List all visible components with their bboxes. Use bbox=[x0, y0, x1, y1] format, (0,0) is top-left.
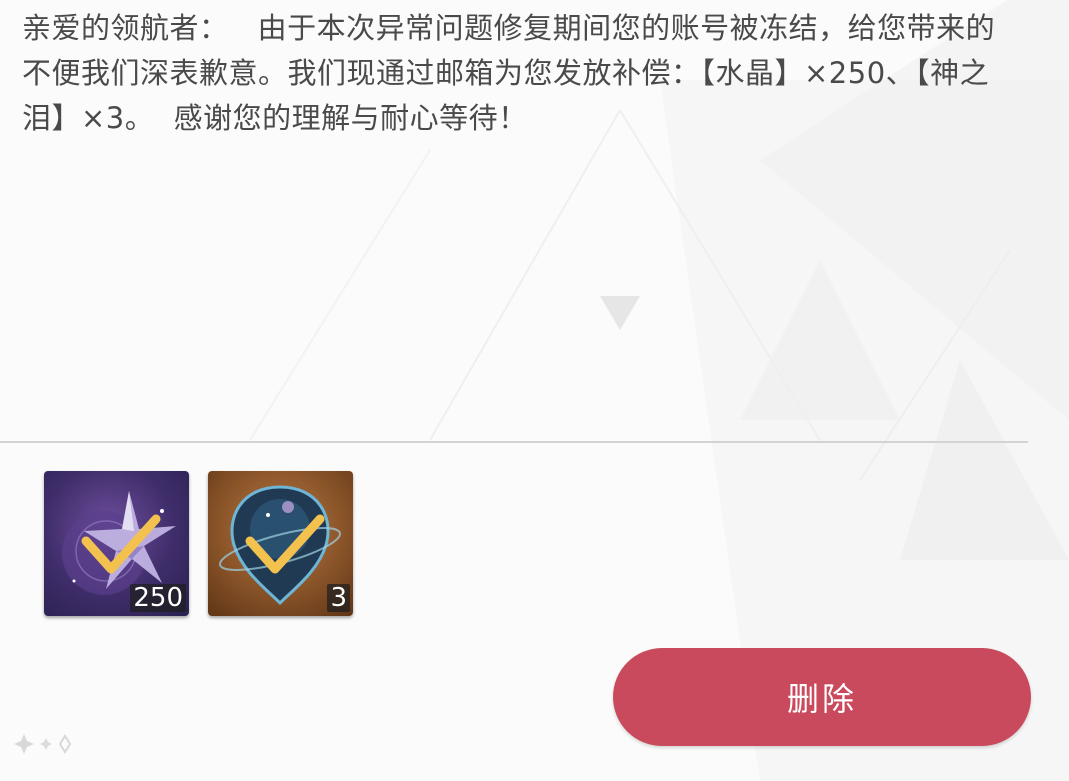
reward-item-crystal[interactable]: 250 bbox=[44, 471, 189, 616]
delete-button[interactable]: 删除 bbox=[613, 648, 1031, 746]
mail-body-text: 亲爱的领航者： 由于本次异常问题修复期间您的账号被冻结，给您带来的不便我们深表歉… bbox=[22, 11, 996, 135]
reward-quantity: 3 bbox=[327, 584, 350, 612]
reward-list: 250 3 bbox=[44, 471, 353, 616]
divider bbox=[0, 441, 1028, 443]
reward-quantity: 250 bbox=[130, 584, 186, 612]
sparkle-decoration-icon bbox=[14, 734, 72, 754]
reward-item-tear-of-god[interactable]: 3 bbox=[208, 471, 353, 616]
